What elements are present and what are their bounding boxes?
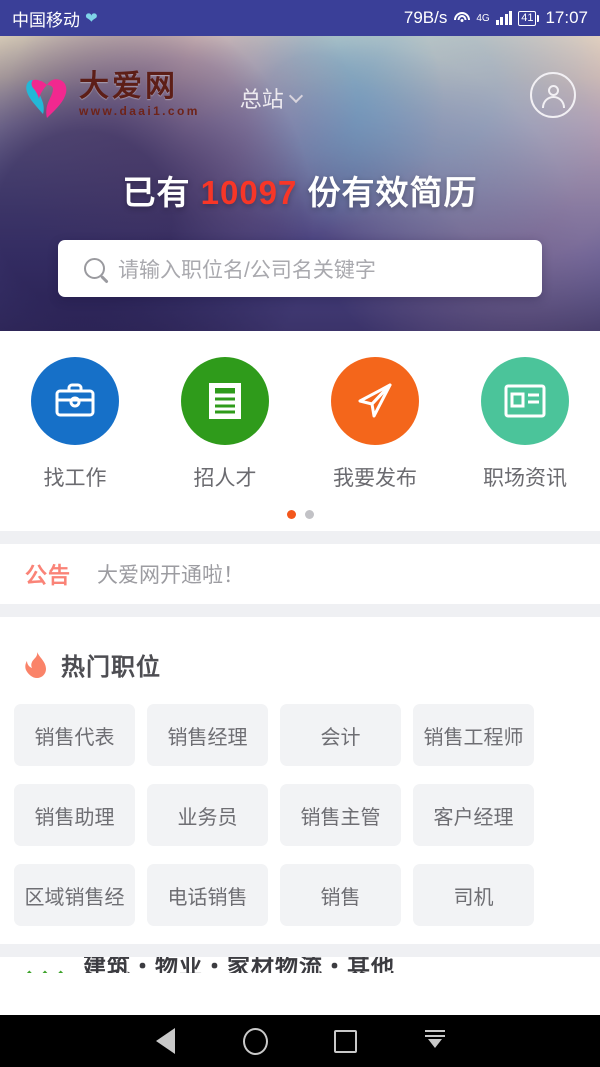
user-account-icon[interactable] bbox=[530, 72, 576, 118]
job-tag[interactable]: 客户经理 bbox=[413, 784, 534, 846]
headline-suffix: 份有效简历 bbox=[307, 174, 478, 211]
network-speed-label: 79B/s bbox=[403, 8, 448, 27]
quick-actions-panel: 找工作 招人才 我要发布 职场资讯 bbox=[0, 331, 600, 531]
next-section-clipped: ‸‸‸ 建筑・物业・家材物流・其他 bbox=[0, 957, 600, 973]
carrier-label: 中国移动 bbox=[12, 10, 80, 30]
next-section-title: 建筑・物业・家材物流・其他 bbox=[82, 957, 395, 973]
pager-dot[interactable] bbox=[304, 510, 314, 519]
status-bar-right: 79B/s 4G 41 17:07 bbox=[404, 8, 588, 28]
headline-prefix: 已有 bbox=[122, 174, 191, 211]
logo-name: 大爱网 bbox=[79, 70, 178, 103]
section-divider bbox=[0, 944, 600, 957]
quick-action-publish[interactable]: 我要发布 bbox=[300, 357, 450, 492]
android-navigation-bar bbox=[0, 1015, 600, 1067]
network-type-label: 4G bbox=[476, 12, 490, 24]
news-card-icon bbox=[481, 357, 569, 445]
job-tag[interactable]: 销售主管 bbox=[280, 784, 401, 846]
quick-action-find-job[interactable]: 找工作 bbox=[0, 357, 150, 492]
resume-count-headline: 已有 10097 份有效简历 bbox=[0, 166, 600, 214]
search-box[interactable]: 请输入职位名/公司名关键字 bbox=[58, 240, 542, 297]
recents-square-icon[interactable] bbox=[300, 1029, 390, 1053]
status-bar: 中国移动 ❤ 79B/s 4G 41 17:07 bbox=[0, 0, 600, 36]
job-tag[interactable]: 司机 bbox=[413, 864, 534, 926]
announcement-bar[interactable]: 公告 大爱网开通啦！ bbox=[0, 544, 600, 604]
job-tag[interactable]: 销售经理 bbox=[147, 704, 268, 766]
pager-dot-active[interactable] bbox=[286, 510, 296, 519]
quick-action-label: 找工作 bbox=[43, 467, 107, 490]
job-tag[interactable]: 业务员 bbox=[147, 784, 268, 846]
announcement-tag: 公告 bbox=[25, 563, 72, 588]
hot-jobs-tag-grid: 销售代表 销售经理 会计 销售工程师 销售助理 业务员 销售主管 客户经理 区域… bbox=[0, 704, 600, 944]
quick-actions-row: 找工作 招人才 我要发布 职场资讯 bbox=[0, 357, 600, 492]
site-selector[interactable]: 总站 bbox=[239, 82, 303, 114]
announcement-text: 大爱网开通啦！ bbox=[97, 564, 245, 587]
section-divider bbox=[0, 531, 600, 544]
job-tag[interactable]: 区域销售经 bbox=[14, 864, 135, 926]
home-circle-icon[interactable] bbox=[210, 1027, 300, 1055]
section-divider bbox=[0, 604, 600, 617]
hot-jobs-title: 热门职位 bbox=[61, 654, 161, 681]
logo-text-block: 大爱网 www.daai1.com bbox=[79, 70, 200, 118]
quick-action-recruit[interactable]: 招人才 bbox=[150, 357, 300, 492]
search-icon bbox=[84, 258, 105, 279]
hero-banner: 大爱网 www.daai1.com 总站 已有 10097 份有效简历 请输入职… bbox=[0, 36, 600, 331]
quick-action-label: 招人才 bbox=[193, 467, 257, 490]
job-tag[interactable]: 销售 bbox=[280, 864, 401, 926]
job-tag[interactable]: 销售工程师 bbox=[413, 704, 534, 766]
heart-icon: ❤ bbox=[85, 9, 98, 27]
hot-jobs-header: 热门职位 bbox=[0, 621, 600, 704]
signal-bars-icon bbox=[495, 11, 513, 25]
battery-indicator: 41 bbox=[518, 10, 540, 26]
carousel-pager[interactable] bbox=[0, 492, 600, 523]
site-logo[interactable]: 大爱网 www.daai1.com bbox=[24, 70, 200, 120]
document-lines-icon bbox=[181, 357, 269, 445]
search-input[interactable]: 请输入职位名/公司名关键字 bbox=[118, 254, 376, 284]
headline-number: 10097 bbox=[200, 174, 298, 211]
hide-keyboard-icon[interactable] bbox=[390, 1028, 480, 1054]
search-area: 请输入职位名/公司名关键字 bbox=[0, 214, 600, 297]
wifi-icon bbox=[453, 11, 470, 25]
quick-action-news[interactable]: 职场资讯 bbox=[450, 357, 600, 492]
paper-plane-icon bbox=[331, 357, 419, 445]
status-bar-left: 中国移动 ❤ bbox=[12, 6, 98, 31]
chevron-down-icon bbox=[288, 88, 303, 104]
back-triangle-icon[interactable] bbox=[120, 1028, 210, 1054]
briefcase-icon bbox=[31, 357, 119, 445]
hot-jobs-section: 热门职位 销售代表 销售经理 会计 销售工程师 销售助理 业务员 销售主管 客户… bbox=[0, 617, 600, 944]
clock-label: 17:07 bbox=[545, 8, 588, 27]
heart-logo-icon bbox=[24, 74, 72, 120]
next-section-header[interactable]: ‸‸‸ 建筑・物业・家材物流・其他 bbox=[0, 957, 417, 973]
job-tag[interactable]: 电话销售 bbox=[147, 864, 268, 926]
quick-action-label: 我要发布 bbox=[333, 467, 417, 490]
quick-action-label: 职场资讯 bbox=[483, 467, 567, 490]
flame-icon bbox=[25, 651, 48, 679]
job-tag[interactable]: 销售代表 bbox=[14, 704, 135, 766]
site-selector-label: 总站 bbox=[239, 87, 284, 112]
job-tag[interactable]: 会计 bbox=[280, 704, 401, 766]
job-tag[interactable]: 销售助理 bbox=[14, 784, 135, 846]
hero-header: 大爱网 www.daai1.com 总站 bbox=[0, 36, 600, 154]
sprout-icon: ‸‸‸ bbox=[22, 957, 69, 973]
logo-url: www.daai1.com bbox=[79, 104, 200, 118]
